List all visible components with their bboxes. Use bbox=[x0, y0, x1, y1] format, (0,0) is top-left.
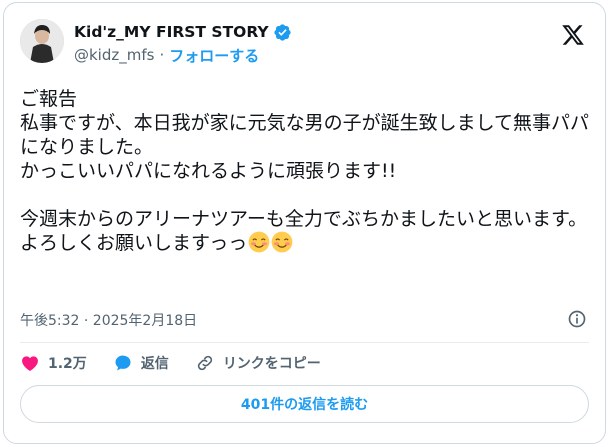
tweet-meta: 午後5:32 · 2025年2月18日 bbox=[20, 309, 589, 331]
like-count: 1.2万 bbox=[48, 356, 87, 372]
copy-link-button[interactable]: リンクをコピー bbox=[195, 353, 321, 373]
display-name[interactable]: Kid'z_MY FIRST STORY bbox=[74, 23, 269, 41]
like-button[interactable]: 1.2万 bbox=[20, 353, 87, 373]
follow-button[interactable]: フォローする bbox=[169, 45, 259, 66]
copy-link-label: リンクをコピー bbox=[222, 356, 321, 372]
x-logo-icon[interactable] bbox=[561, 23, 585, 47]
link-icon bbox=[197, 355, 212, 371]
info-icon[interactable] bbox=[567, 309, 587, 329]
reply-bubble-icon bbox=[115, 355, 131, 371]
separator-dot: · bbox=[159, 46, 165, 64]
tweet-text: ご報告 私事ですが、本日我が家に元気な男の子が誕生致しまして無事パパになりました… bbox=[20, 88, 590, 254]
author-info: Kid'z_MY FIRST STORY @kidz_mfs · フォローする bbox=[74, 21, 292, 66]
action-bar: 1.2万 返信 リンクをコピー bbox=[20, 351, 589, 375]
tweet-body: ご報告 私事ですが、本日我が家に元気な男の子が誕生致しまして無事パパになりました… bbox=[20, 87, 590, 255]
divider bbox=[20, 342, 589, 343]
timestamp[interactable]: 午後5:32 · 2025年2月18日 bbox=[20, 310, 197, 330]
avatar-image bbox=[20, 19, 64, 63]
smiling-face-emoji-icon bbox=[248, 231, 270, 253]
reply-button[interactable]: 返信 bbox=[113, 353, 169, 373]
author-handle[interactable]: @kidz_mfs bbox=[74, 46, 154, 64]
read-replies-label: 401件の返信を読む bbox=[240, 397, 369, 413]
smiling-face-emoji-icon bbox=[271, 231, 293, 253]
avatar[interactable] bbox=[20, 19, 64, 63]
tweet-card: Kid'z_MY FIRST STORY @kidz_mfs · フォローする … bbox=[3, 2, 606, 444]
verified-badge-icon bbox=[274, 23, 291, 41]
reply-label: 返信 bbox=[140, 356, 169, 372]
read-replies-button[interactable]: 401件の返信を読む bbox=[20, 385, 589, 423]
tweet-header: Kid'z_MY FIRST STORY @kidz_mfs · フォローする bbox=[20, 17, 589, 67]
heart-icon bbox=[22, 356, 38, 371]
